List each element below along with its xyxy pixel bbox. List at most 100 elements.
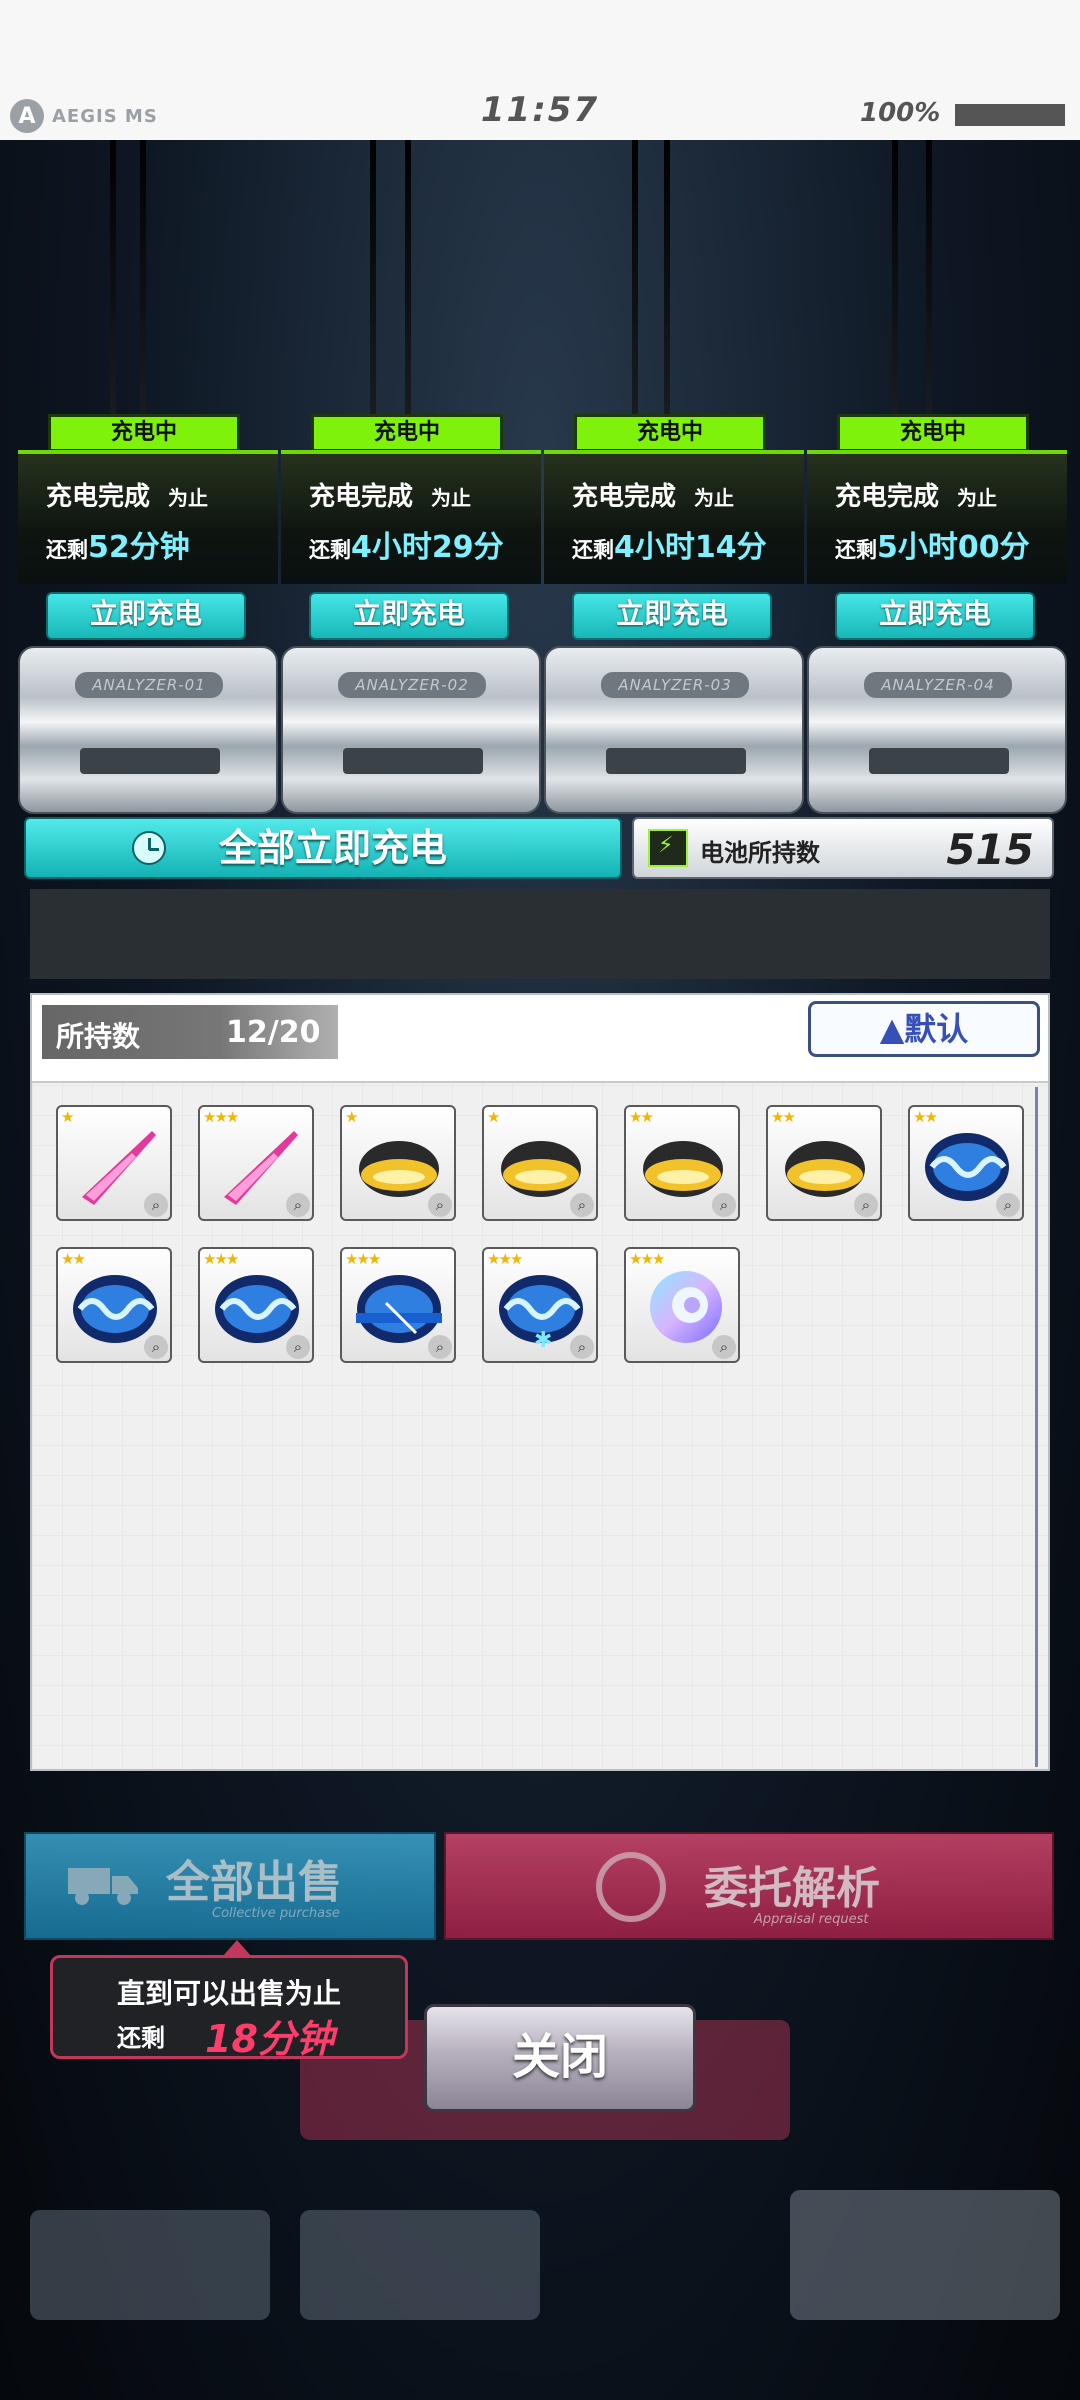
rarity-stars: ★★ bbox=[629, 1108, 654, 1126]
charger-unit-1: 充电中 充电完成 为止 还剩52分钟 立即充电 ANALYZER-01 bbox=[18, 410, 278, 814]
zoom-icon[interactable]: ⌕ bbox=[144, 1193, 168, 1217]
charging-badge: 充电中 bbox=[48, 414, 240, 452]
analyzer-slot bbox=[606, 748, 746, 774]
sell-all-sublabel: Collective purchase bbox=[212, 1906, 340, 1921]
cable bbox=[370, 140, 376, 440]
analyzer-device: ANALYZER-03 bbox=[544, 646, 804, 814]
rarity-stars: ★★★ bbox=[629, 1250, 665, 1268]
tooltip-remaining-value: 18分钟 bbox=[205, 2017, 334, 2061]
remaining-time: 还剩5小时00分 bbox=[835, 530, 1030, 565]
appraisal-label: 委托解析 bbox=[704, 1863, 880, 1914]
logo-icon: A bbox=[10, 99, 44, 133]
zoom-icon[interactable]: ⌕ bbox=[570, 1335, 594, 1359]
tooltip-text: 直到可以出售为止 bbox=[116, 1977, 341, 2010]
status-bar: A AEGIS MS 11:57 100% bbox=[0, 0, 1080, 140]
analyzer-label: ANALYZER-03 bbox=[601, 672, 749, 698]
inventory-item[interactable]: ★ ⌕ bbox=[340, 1105, 456, 1221]
inventory-item[interactable]: ★★ ⌕ bbox=[908, 1105, 1024, 1221]
zoom-icon[interactable]: ⌕ bbox=[428, 1335, 452, 1359]
inventory-header: 所持数 12/20 ▲默认 bbox=[32, 995, 1048, 1083]
held-count: 所持数 12/20 bbox=[42, 1005, 338, 1059]
gold-shell-icon bbox=[501, 1141, 581, 1197]
cable bbox=[140, 140, 146, 440]
info-band bbox=[30, 889, 1050, 979]
charge-complete-label: 充电完成 为止 bbox=[835, 482, 998, 512]
remaining-time: 还剩4小时29分 bbox=[309, 530, 504, 565]
zoom-icon[interactable]: ⌕ bbox=[996, 1193, 1020, 1217]
close-button[interactable]: 关闭 bbox=[424, 2004, 696, 2112]
sell-all-button[interactable]: 全部出售 Collective purchase bbox=[24, 1832, 436, 1940]
brand-text: AEGIS MS bbox=[52, 105, 158, 127]
analyzer-device: ANALYZER-04 bbox=[807, 646, 1067, 814]
analyzer-slot bbox=[343, 748, 483, 774]
inventory-item[interactable]: ★ ⌕ bbox=[56, 1105, 172, 1221]
cable bbox=[632, 140, 638, 440]
inventory-scrollbar[interactable] bbox=[1035, 1087, 1038, 1767]
charge-info-panel: 充电完成 为止 还剩5小时00分 bbox=[807, 450, 1067, 584]
rarity-stars: ★★ bbox=[771, 1108, 796, 1126]
rarity-stars: ★ bbox=[345, 1108, 359, 1126]
pink-spike-icon bbox=[82, 1131, 156, 1205]
appraisal-request-button[interactable]: 委托解析 Appraisal request bbox=[444, 1832, 1054, 1940]
analyzer-label: ANALYZER-04 bbox=[864, 672, 1012, 698]
tooltip-remaining-label: 还剩 bbox=[117, 2024, 165, 2052]
sort-default-button[interactable]: ▲默认 bbox=[808, 1001, 1040, 1057]
charge-all-label: 全部立即充电 bbox=[218, 826, 447, 870]
analyzer-slot bbox=[869, 748, 1009, 774]
instant-charge-button[interactable]: 立即充电 bbox=[309, 592, 509, 640]
inventory-item[interactable]: ★★ ⌕ bbox=[624, 1105, 740, 1221]
charging-badge: 充电中 bbox=[837, 414, 1029, 452]
battery-holding-label: 电池所持数 bbox=[700, 839, 820, 867]
app-logo: A AEGIS MS bbox=[10, 98, 158, 134]
rarity-stars: ★★★ bbox=[203, 1108, 239, 1126]
remaining-time: 还剩4小时14分 bbox=[572, 530, 767, 565]
instant-charge-button[interactable]: 立即充电 bbox=[835, 592, 1035, 640]
battery-holding-panel: 电池所持数 515 bbox=[632, 817, 1054, 879]
charging-badge: 充电中 bbox=[574, 414, 766, 452]
inventory-panel: 所持数 12/20 ▲默认 ★ ⌕ ★★★ ⌕ ★ ⌕ ★ ⌕ ★★ ⌕ ★★ … bbox=[30, 993, 1050, 1771]
blurred-background-button bbox=[30, 2210, 270, 2320]
clock-time: 11:57 bbox=[480, 90, 600, 130]
charger-unit-4: 充电中 充电完成 为止 还剩5小时00分 立即充电 ANALYZER-04 bbox=[807, 410, 1067, 814]
held-count-label: 所持数 bbox=[56, 1020, 141, 1053]
analyzer-slot bbox=[80, 748, 220, 774]
zoom-icon[interactable]: ⌕ bbox=[712, 1335, 736, 1359]
rarity-stars: ★★ bbox=[913, 1108, 938, 1126]
charge-info-panel: 充电完成 为止 还剩4小时14分 bbox=[544, 450, 804, 584]
inventory-item[interactable]: ★★ ⌕ bbox=[56, 1247, 172, 1363]
zoom-icon[interactable]: ⌕ bbox=[570, 1193, 594, 1217]
sell-all-label: 全部出售 bbox=[166, 1857, 342, 1908]
zoom-icon[interactable]: ⌕ bbox=[286, 1193, 310, 1217]
charge-info-panel: 充电完成 为止 还剩52分钟 bbox=[18, 450, 278, 584]
charge-all-button[interactable]: 全部立即充电 bbox=[24, 817, 622, 879]
zoom-icon[interactable]: ⌕ bbox=[712, 1193, 736, 1217]
cable bbox=[892, 140, 898, 440]
analyzer-label: ANALYZER-02 bbox=[338, 672, 486, 698]
inventory-item[interactable]: ★★★ ⌕ bbox=[340, 1247, 456, 1363]
inventory-item[interactable]: ★ ⌕ bbox=[482, 1105, 598, 1221]
inventory-item[interactable]: ★★★ ⌕ bbox=[624, 1247, 740, 1363]
blue-clam-icon bbox=[925, 1133, 1009, 1201]
zoom-icon[interactable]: ⌕ bbox=[286, 1335, 310, 1359]
zoom-icon[interactable]: ⌕ bbox=[144, 1335, 168, 1359]
inventory-item[interactable]: ★★★ ✱ ⌕ bbox=[482, 1247, 598, 1363]
charge-complete-label: 充电完成 为止 bbox=[572, 482, 735, 512]
blue-clam-icon bbox=[215, 1275, 299, 1343]
cable bbox=[664, 140, 670, 440]
inventory-item[interactable]: ★★★ ⌕ bbox=[198, 1105, 314, 1221]
sell-wait-tooltip: 直到可以出售为止 还剩 18分钟 bbox=[50, 1940, 408, 2061]
battery-percent: 100% bbox=[860, 98, 941, 128]
inventory-item[interactable]: ★★ ⌕ bbox=[766, 1105, 882, 1221]
charger-unit-3: 充电中 充电完成 为止 还剩4小时14分 立即充电 ANALYZER-03 bbox=[544, 410, 804, 814]
battery-holding-value: 515 bbox=[946, 825, 1034, 874]
analyzer-device: ANALYZER-01 bbox=[18, 646, 278, 814]
inventory-item[interactable]: ★★★ ⌕ bbox=[198, 1247, 314, 1363]
zoom-icon[interactable]: ⌕ bbox=[428, 1193, 452, 1217]
held-count-value: 12/20 bbox=[226, 1015, 321, 1050]
appraisal-sublabel: Appraisal request bbox=[754, 1912, 869, 1927]
instant-charge-button[interactable]: 立即充电 bbox=[46, 592, 246, 640]
instant-charge-button[interactable]: 立即充电 bbox=[572, 592, 772, 640]
zoom-icon[interactable]: ⌕ bbox=[854, 1193, 878, 1217]
blue-clam-spark-icon: ✱ bbox=[499, 1275, 583, 1349]
charger-unit-2: 充电中 充电完成 为止 还剩4小时29分 立即充电 ANALYZER-02 bbox=[281, 410, 541, 814]
